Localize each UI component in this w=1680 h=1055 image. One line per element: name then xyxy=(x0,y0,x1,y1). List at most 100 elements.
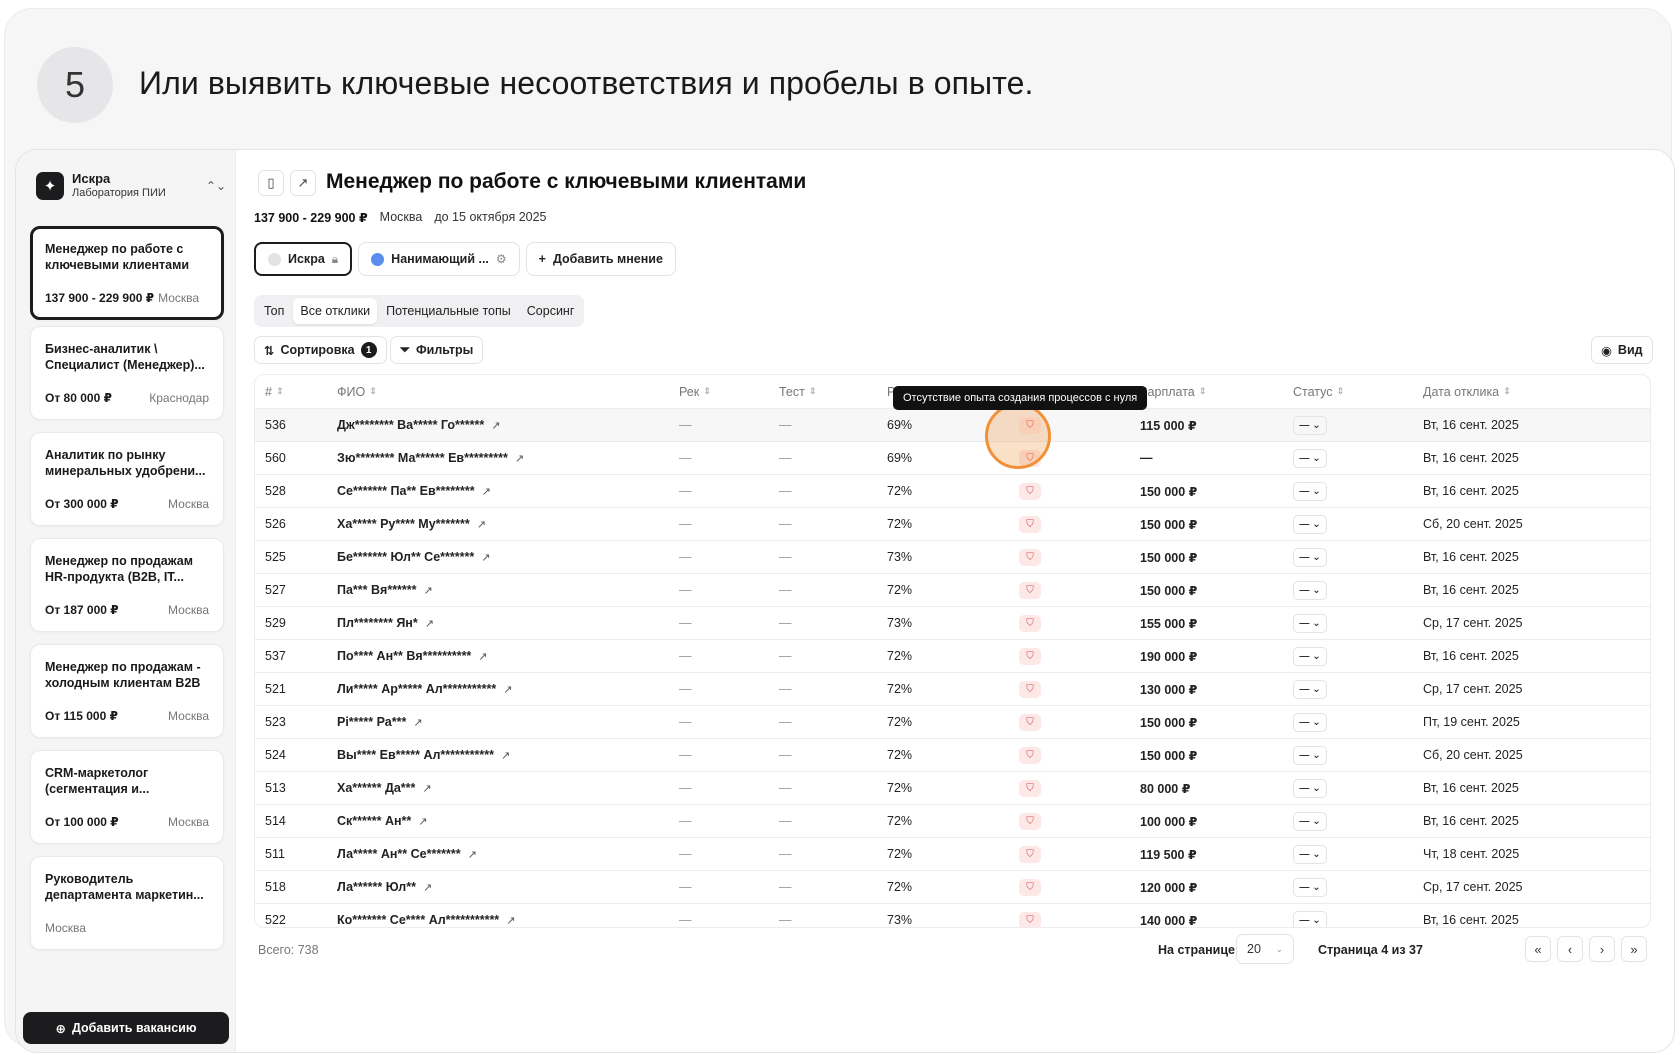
table-row[interactable]: 522 Ко******* Се**** Ал*********** ↗ — — 73% ⛉… xyxy=(255,904,1650,927)
status-select[interactable]: — ⌄ xyxy=(1293,745,1327,765)
last-page-button[interactable]: » xyxy=(1621,936,1647,962)
cell-flag[interactable]: ⛉ xyxy=(1019,871,1041,903)
cell-name[interactable]: Дж******** Ва***** Го****** ↗ xyxy=(337,409,500,441)
external-link-icon[interactable]: ↗ xyxy=(423,881,432,894)
cell-flag[interactable]: ⛉ xyxy=(1019,541,1041,573)
cell-name[interactable]: По**** Ан** Вя********** ↗ xyxy=(337,640,488,672)
warning-shield-icon[interactable]: ⛉ xyxy=(1019,614,1041,632)
cell-status[interactable]: — ⌄ xyxy=(1293,574,1327,606)
cell-flag[interactable]: ⛉ xyxy=(1019,805,1041,837)
add-vacancy-button[interactable]: ⊕ Добавить вакансию xyxy=(23,1012,229,1044)
cell-flag[interactable]: ⛉ xyxy=(1019,838,1041,870)
cell-flag[interactable]: ⛉ xyxy=(1019,904,1041,927)
tab-potential-top[interactable]: Потенциальные топы xyxy=(379,298,518,324)
status-select[interactable]: — ⌄ xyxy=(1293,613,1327,633)
per-page-select[interactable]: 20 ⌄ xyxy=(1236,934,1294,964)
next-page-button[interactable]: › xyxy=(1589,936,1615,962)
warning-shield-icon[interactable]: ⛉ xyxy=(1019,779,1041,797)
cell-status[interactable]: — ⌄ xyxy=(1293,772,1327,804)
opinion-iskra[interactable]: Искра 🔒︎ xyxy=(254,242,353,276)
warning-shield-icon[interactable]: ⛉ xyxy=(1019,845,1041,863)
cell-status[interactable]: — ⌄ xyxy=(1293,508,1327,540)
cell-status[interactable]: — ⌄ xyxy=(1293,409,1327,441)
col-status[interactable]: Статус ⇕ xyxy=(1293,375,1344,408)
cell-flag[interactable]: ⛉ xyxy=(1019,475,1041,507)
status-select[interactable]: — ⌄ xyxy=(1293,679,1327,699)
external-link-icon[interactable]: ↗ xyxy=(501,749,510,762)
external-link-icon[interactable]: ↗ xyxy=(424,584,433,597)
first-page-button[interactable]: « xyxy=(1525,936,1551,962)
table-row[interactable]: 560 Зю******** Ма****** Ев********* ↗ — — 69%… xyxy=(255,442,1650,475)
tab-sourcing[interactable]: Сорсинг xyxy=(520,298,582,324)
status-select[interactable]: — ⌄ xyxy=(1293,481,1327,501)
external-link-icon[interactable]: ↗ xyxy=(481,551,490,564)
status-select[interactable]: — ⌄ xyxy=(1293,547,1327,567)
cell-flag[interactable]: ⛉ xyxy=(1019,574,1041,606)
cell-status[interactable]: — ⌄ xyxy=(1293,805,1327,837)
external-link-icon[interactable]: ↗ xyxy=(413,716,422,729)
table-row[interactable]: 514 Ск****** Ан** ↗ — — 72% ⛉ 100 000 ₽ — ⌄ Вт, 1… xyxy=(255,805,1650,838)
cell-name[interactable]: Зю******** Ма****** Ев********* ↗ xyxy=(337,442,524,474)
warning-shield-icon[interactable]: ⛉ xyxy=(1019,581,1041,599)
status-select[interactable]: — ⌄ xyxy=(1293,910,1327,927)
status-select[interactable]: — ⌄ xyxy=(1293,712,1327,732)
tab-all-responses[interactable]: Все отклики xyxy=(293,298,378,324)
opinion-hiring-manager[interactable]: Нанимающий ... ⚙ xyxy=(358,242,520,276)
warning-shield-icon[interactable]: ⛉ xyxy=(1019,515,1041,533)
table-row[interactable]: 523 Рi***** Ра*** ↗ — — 72% ⛉ 150 000 ₽ — ⌄ Пт, 1… xyxy=(255,706,1650,739)
cell-name[interactable]: Пл******** Ян* ↗ xyxy=(337,607,434,639)
filters-button[interactable]: ⏷ Фильтры xyxy=(390,336,484,364)
table-row[interactable]: 529 Пл******** Ян* ↗ — — 73% ⛉ 155 000 ₽ — ⌄ Ср, … xyxy=(255,607,1650,640)
external-link-icon[interactable]: ↗ xyxy=(468,848,477,861)
cell-flag[interactable]: ⛉ xyxy=(1019,673,1041,705)
col-id[interactable]: # ⇕ xyxy=(265,375,284,408)
external-link-icon[interactable]: ↗ xyxy=(506,914,515,927)
table-row[interactable]: 521 Ли***** Ар***** Ал*********** ↗ — — 72% ⛉ 1… xyxy=(255,673,1650,706)
cell-status[interactable]: — ⌄ xyxy=(1293,607,1327,639)
col-rec[interactable]: Рек ⇕ xyxy=(679,375,711,408)
external-link-icon[interactable]: ↗ xyxy=(503,683,512,696)
vacancy-card[interactable]: CRM-маркетолог (сегментация и... От 100 … xyxy=(30,750,224,844)
sort-button[interactable]: ⇅ Сортировка 1 xyxy=(254,336,387,364)
external-link-icon[interactable]: ↗ xyxy=(491,419,500,432)
cell-status[interactable]: — ⌄ xyxy=(1293,541,1327,573)
cell-name[interactable]: Па*** Вя****** ↗ xyxy=(337,574,433,606)
tab-top[interactable]: Топ xyxy=(257,298,291,324)
status-select[interactable]: — ⌄ xyxy=(1293,844,1327,864)
cell-flag[interactable]: ⛉ xyxy=(1019,607,1041,639)
table-row[interactable]: 524 Вы**** Ев***** Ал*********** ↗ — — 72% ⛉ 15… xyxy=(255,739,1650,772)
cell-name[interactable]: Се******* Па** Ев******** ↗ xyxy=(337,475,491,507)
table-row[interactable]: 526 Ха***** Ру**** Му******* ↗ — — 72% ⛉ 150 00… xyxy=(255,508,1650,541)
cell-status[interactable]: — ⌄ xyxy=(1293,475,1327,507)
col-test[interactable]: Тест ⇕ xyxy=(779,375,816,408)
table-row[interactable]: 525 Бе******* Юл** Се******* ↗ — — 73% ⛉ 150 00… xyxy=(255,541,1650,574)
table-row[interactable]: 537 По**** Ан** Вя********** ↗ — — 72% ⛉ 190 00… xyxy=(255,640,1650,673)
cell-name[interactable]: Ла***** Ан** Се******* ↗ xyxy=(337,838,477,870)
external-link-icon[interactable]: ↗ xyxy=(290,170,316,196)
table-row[interactable]: 511 Ла***** Ан** Се******* ↗ — — 72% ⛉ 119 500 … xyxy=(255,838,1650,871)
col-pay[interactable]: Зарплата ⇕ xyxy=(1140,375,1206,408)
table-row[interactable]: 518 Ла****** Юл** ↗ — — 72% ⛉ 120 000 ₽ — ⌄ Ср, 1… xyxy=(255,871,1650,904)
warning-shield-icon[interactable]: ⛉ xyxy=(1019,812,1041,830)
external-link-icon[interactable]: ↗ xyxy=(422,782,431,795)
status-select[interactable]: — ⌄ xyxy=(1293,580,1327,600)
table-row[interactable]: 536 Дж******** Ва***** Го****** ↗ — —69% ⛉ 115… xyxy=(255,409,1650,442)
col-date[interactable]: Дата отклика ⇕ xyxy=(1423,375,1511,408)
cell-flag[interactable]: ⛉ xyxy=(1019,772,1041,804)
cell-status[interactable]: — ⌄ xyxy=(1293,706,1327,738)
vacancy-card[interactable]: Менеджер по продажам - холодным клиентам… xyxy=(30,644,224,738)
cell-flag[interactable]: ⛉ xyxy=(1019,640,1041,672)
cell-status[interactable]: — ⌄ xyxy=(1293,838,1327,870)
table-row[interactable]: 513 Ха****** Да*** ↗ — — 72% ⛉ 80 000 ₽ — ⌄ Вт, 1… xyxy=(255,772,1650,805)
prev-page-button[interactable]: ‹ xyxy=(1557,936,1583,962)
vacancy-card[interactable]: Менеджер по работе с ключевыми клиентами… xyxy=(30,226,224,320)
external-link-icon[interactable]: ↗ xyxy=(515,452,524,465)
cell-name[interactable]: Ли***** Ар***** Ал*********** ↗ xyxy=(337,673,512,705)
status-select[interactable]: — ⌄ xyxy=(1293,811,1327,831)
cell-status[interactable]: — ⌄ xyxy=(1293,673,1327,705)
cell-name[interactable]: Ха***** Ру**** Му******* ↗ xyxy=(337,508,486,540)
table-row[interactable]: 527 Па*** Вя****** ↗ — — 72% ⛉ 150 000 ₽ — ⌄ Вт, … xyxy=(255,574,1650,607)
warning-shield-icon[interactable]: ⛉ xyxy=(1019,482,1041,500)
warning-shield-icon[interactable]: ⛉ xyxy=(1019,713,1041,731)
status-select[interactable]: — ⌄ xyxy=(1293,778,1327,798)
